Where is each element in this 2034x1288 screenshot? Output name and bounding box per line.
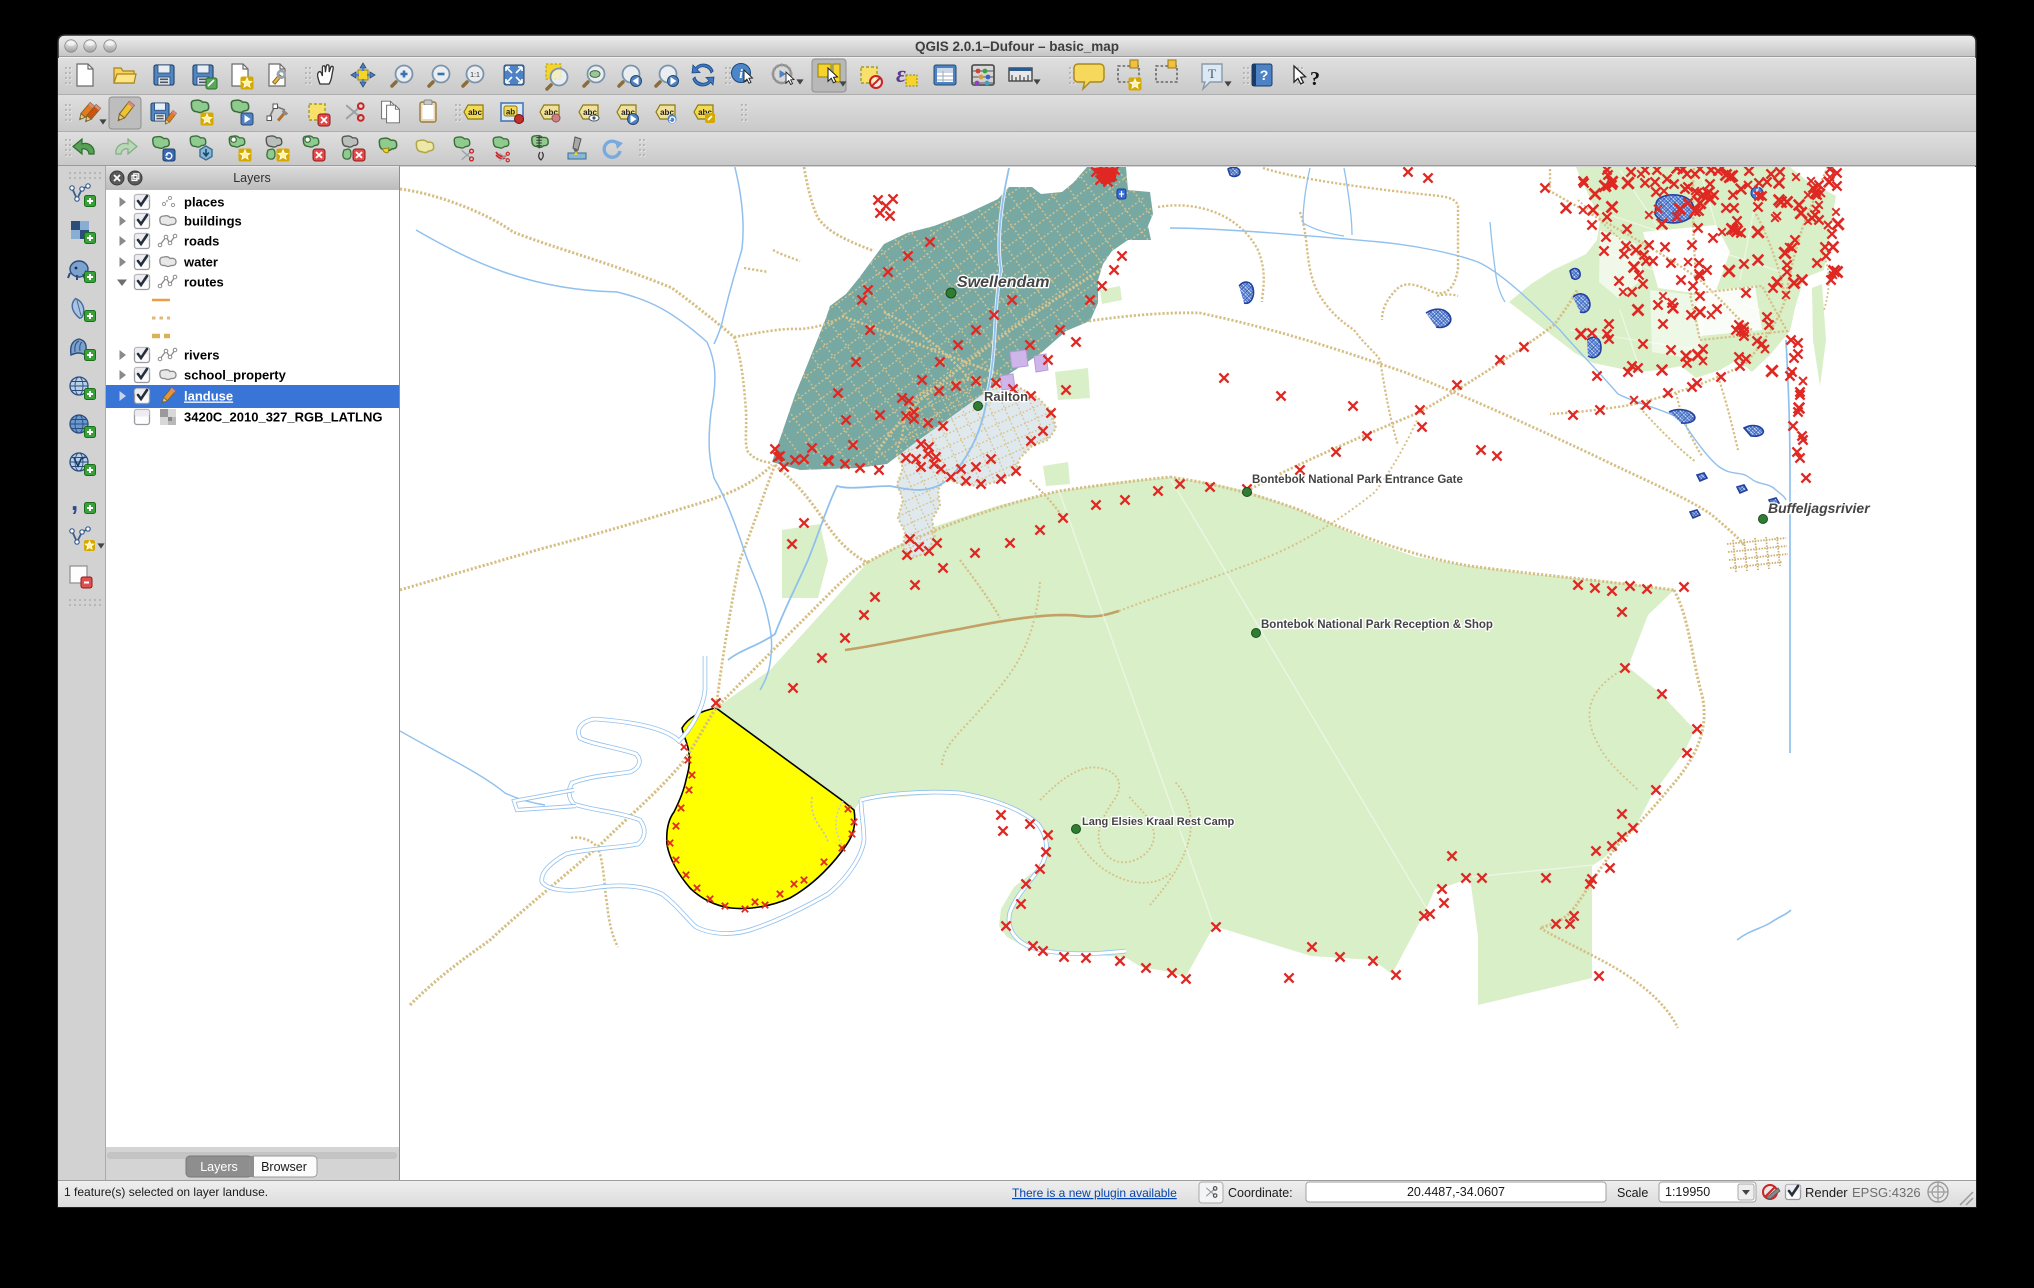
svg-text:1:19950: 1:19950 — [1665, 1185, 1710, 1199]
svg-text:ab: ab — [506, 108, 515, 117]
svg-text:?: ? — [1310, 68, 1320, 90]
svg-text:Layers: Layers — [200, 1160, 238, 1174]
svg-text:,: , — [71, 486, 78, 516]
svg-text:Lang Elsies Kraal Rest Camp: Lang Elsies Kraal Rest Camp — [1082, 816, 1235, 828]
svg-text:Bontebok National Park Recepti: Bontebok National Park Reception & Shop — [1261, 619, 1493, 631]
svg-text:There is a new plugin availabl: There is a new plugin available — [1012, 1186, 1177, 1200]
svg-text:Swellendam: Swellendam — [957, 274, 1049, 291]
svg-text:Railton: Railton — [984, 389, 1028, 404]
svg-text:3420C_2010_327_RGB_LATLNG: 3420C_2010_327_RGB_LATLNG — [184, 410, 382, 425]
svg-text:QGIS 2.0.1–Dufour – basic_map: QGIS 2.0.1–Dufour – basic_map — [915, 39, 1119, 54]
svg-text:routes: routes — [184, 275, 224, 290]
svg-text:places: places — [184, 195, 224, 210]
svg-text:school_property: school_property — [184, 368, 287, 383]
svg-text:rivers: rivers — [184, 348, 219, 363]
svg-text:EPSG:4326: EPSG:4326 — [1852, 1185, 1921, 1200]
svg-text:Scale: Scale — [1617, 1186, 1648, 1200]
svg-text:1 feature(s) selected on layer: 1 feature(s) selected on layer landuse. — [64, 1185, 268, 1199]
svg-text:Layers: Layers — [233, 171, 271, 185]
svg-text:Browser: Browser — [261, 1160, 307, 1174]
svg-text:abc: abc — [468, 108, 482, 117]
svg-text:Bontebok National Park Entranc: Bontebok National Park Entrance Gate — [1252, 474, 1463, 486]
svg-text:buildings: buildings — [184, 214, 242, 229]
svg-text:T: T — [1208, 66, 1216, 81]
svg-text:?: ? — [1260, 67, 1269, 83]
svg-text:landuse: landuse — [184, 389, 233, 404]
svg-text:Coordinate:: Coordinate: — [1228, 1186, 1293, 1200]
svg-text:ε: ε — [896, 62, 906, 88]
svg-text:Render: Render — [1805, 1185, 1848, 1200]
svg-text:20.4487,-34.0607: 20.4487,-34.0607 — [1407, 1185, 1505, 1199]
svg-text:1:1: 1:1 — [470, 72, 480, 79]
svg-text:roads: roads — [184, 234, 219, 249]
svg-text:water: water — [183, 255, 218, 270]
svg-text:Buffeljagsrivier: Buffeljagsrivier — [1768, 500, 1871, 516]
svg-text:i: i — [739, 66, 743, 81]
